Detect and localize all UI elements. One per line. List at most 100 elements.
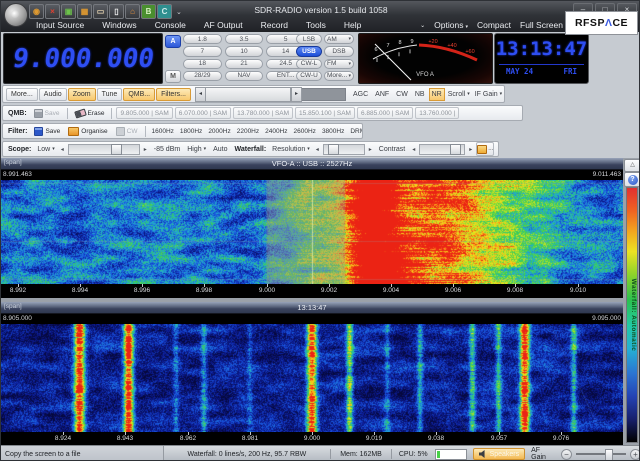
dsp-toggle-nb[interactable]: NB xyxy=(412,88,428,101)
mode-button-cw-u[interactable]: CW-U xyxy=(296,71,322,81)
full-screen-button[interactable]: Full Screen xyxy=(520,20,563,30)
mode-button-dsb[interactable]: DSB xyxy=(324,46,354,56)
frequency-axis[interactable]: 8.9248.9438.9628.9819.0009.0199.0389.057… xyxy=(1,432,623,445)
filter-save-button[interactable]: Save xyxy=(31,126,63,137)
mode-button-fm[interactable]: FM▾ xyxy=(324,59,354,69)
ribbon-chevron-icon[interactable]: ⌄ xyxy=(420,22,425,29)
qmb-memory-button[interactable]: 9.805.000 | SAM xyxy=(116,107,172,119)
toolbar-button-more[interactable]: More... xyxy=(6,88,38,101)
scope-low-dropdown[interactable]: Low▾ xyxy=(35,144,56,155)
dsp-toggle-cw[interactable]: CW xyxy=(393,88,411,101)
toolbar-button-zoom[interactable]: Zoom xyxy=(68,88,96,101)
filter-option-3800hz[interactable]: 3800Hz xyxy=(320,127,346,136)
frequency-display[interactable]: 9.000.000 xyxy=(3,33,163,84)
scope-high-dropdown[interactable]: High▾ xyxy=(185,144,208,155)
span-tag[interactable]: [span] xyxy=(4,303,22,310)
scrollbar-track[interactable] xyxy=(302,88,346,101)
qmb-memory-button[interactable]: 13.780.000 | SAM xyxy=(233,107,293,119)
speakers-button[interactable]: Speakers xyxy=(473,448,526,460)
collapse-panel-button[interactable]: △ xyxy=(624,159,640,172)
vfo-a-button[interactable]: A xyxy=(165,35,181,48)
memory-button[interactable]: M xyxy=(165,70,181,83)
waterfall-canvas-1[interactable] xyxy=(1,180,623,284)
waterfall-resolution-slider-thumb[interactable] xyxy=(328,144,339,155)
menu-item-af-output[interactable]: AF Output xyxy=(195,19,252,31)
keypad-button-nav[interactable]: NAV xyxy=(225,71,264,81)
filter-option-1800hz[interactable]: 1800Hz xyxy=(178,127,204,136)
keyboard-icon[interactable]: ▭ xyxy=(93,4,108,19)
filter-option-1600hz[interactable]: 1600Hz xyxy=(150,127,176,136)
slider-left-arrow-icon[interactable]: ◂ xyxy=(410,146,417,153)
slider-left-arrow-icon[interactable]: ◂ xyxy=(314,146,321,153)
keypad-button-10[interactable]: 10 xyxy=(225,46,264,56)
slider-right-arrow-icon[interactable]: ▸ xyxy=(467,146,474,153)
waterfall-colour-bar[interactable]: Waterfall: Automatic xyxy=(626,187,638,443)
help-button[interactable]: ? xyxy=(624,172,640,187)
toolbar-button-audio[interactable]: Audio xyxy=(39,88,67,101)
keypad-button-18[interactable]: 18 xyxy=(183,59,222,69)
mode-button-am[interactable]: AM▾ xyxy=(324,34,354,44)
qmb-memory-button[interactable]: 6.885.000 | SAM xyxy=(357,107,413,119)
keypad-button-7[interactable]: 7 xyxy=(183,46,222,56)
af-gain-increase-button[interactable]: + xyxy=(630,449,640,460)
qmb-erase-button[interactable]: Erase xyxy=(72,109,108,118)
dropdown-scroll[interactable]: Scroll▾ xyxy=(446,89,472,100)
scope-auto-button[interactable]: Auto xyxy=(210,143,230,156)
menu-item-record[interactable]: Record xyxy=(252,19,297,31)
tools-icon[interactable]: × xyxy=(45,4,60,19)
dsp-toggle-agc[interactable]: AGC xyxy=(350,88,371,101)
toolbar-button-tune[interactable]: Tune xyxy=(97,88,123,101)
qmb-save-button[interactable]: Save xyxy=(31,108,63,119)
options-menu[interactable]: Options▾ xyxy=(434,20,468,30)
slider-right-arrow-icon[interactable]: ▸ xyxy=(142,146,149,153)
af-gain-slider[interactable] xyxy=(576,453,626,455)
dsp-toggle-nr[interactable]: NR xyxy=(429,88,445,101)
mode-button-lsb[interactable]: LSB xyxy=(296,34,322,44)
scrollbar-thumb[interactable] xyxy=(206,87,291,102)
keypad-button-1-8[interactable]: 1.8 xyxy=(183,34,222,44)
waterfall-contrast-slider-thumb[interactable] xyxy=(450,144,461,155)
menu-item-input-source[interactable]: Input Source xyxy=(27,19,93,31)
tuning-scrollbar[interactable]: ◂▸ xyxy=(195,87,346,102)
gauge-icon[interactable]: ◉ xyxy=(29,4,44,19)
app-logo-icon[interactable] xyxy=(4,3,28,27)
filter-option-2600hz[interactable]: 2600Hz xyxy=(292,127,318,136)
menu-item-help[interactable]: Help xyxy=(335,19,370,31)
keypad-button-3-5[interactable]: 3.5 xyxy=(225,34,264,44)
qmb-memory-button[interactable]: 13.760.000 | xyxy=(415,107,459,119)
scroll-right-arrow-icon[interactable]: ▸ xyxy=(291,87,302,102)
toolbar-button-qmb[interactable]: QMB... xyxy=(123,88,155,101)
scroll-left-arrow-icon[interactable]: ◂ xyxy=(195,87,206,102)
waterfall-canvas-2[interactable] xyxy=(1,324,623,432)
filter-organise-button[interactable]: Organise xyxy=(65,126,110,137)
dropdown-if-gain[interactable]: IF Gain▾ xyxy=(473,89,504,100)
slider-right-arrow-icon[interactable]: ▸ xyxy=(367,146,374,153)
waterfall-resolution-dropdown[interactable]: Resolution▾ xyxy=(270,144,312,155)
filter-option-drm[interactable]: DRM xyxy=(348,127,363,136)
menu-item-tools[interactable]: Tools xyxy=(297,19,335,31)
compact-button[interactable]: Compact xyxy=(477,20,511,30)
keypad-button-21[interactable]: 21 xyxy=(225,59,264,69)
toolbar-button-filters[interactable]: Filters... xyxy=(156,88,191,101)
mode-button-usb[interactable]: USB xyxy=(296,46,322,56)
filter-option-2000hz[interactable]: 2000Hz xyxy=(206,127,232,136)
filter-option-2200hz[interactable]: 2200Hz xyxy=(235,127,261,136)
waterfall-contrast-slider[interactable] xyxy=(419,144,465,155)
screenshot-folder-button[interactable]: ... xyxy=(476,142,494,156)
menu-item-windows[interactable]: Windows xyxy=(93,19,145,31)
calendar-icon[interactable]: ▦ xyxy=(77,4,92,19)
filter-option-2400hz[interactable]: 2400Hz xyxy=(263,127,289,136)
scope-range-slider[interactable] xyxy=(68,144,140,155)
frequency-axis[interactable]: 8.9928.9948.9968.9989.0009.0029.0049.006… xyxy=(1,284,623,298)
slider-left-arrow-icon[interactable]: ◂ xyxy=(59,146,66,153)
waterfall-resolution-slider[interactable] xyxy=(323,144,365,155)
mode-button-more[interactable]: More...▾ xyxy=(324,71,354,81)
span-tag[interactable]: [span] xyxy=(4,159,22,166)
menu-item-console[interactable]: Console xyxy=(146,19,195,31)
mode-button-cw-l[interactable]: CW-L xyxy=(296,59,322,69)
dsp-toggle-anf[interactable]: ANF xyxy=(372,88,392,101)
qmb-memory-button[interactable]: 15.850.100 | SAM xyxy=(295,107,355,119)
scope-range-slider-thumb[interactable] xyxy=(111,144,122,155)
keypad-button-28-29[interactable]: 28/29 xyxy=(183,71,222,81)
monitor-icon[interactable]: ▣ xyxy=(61,4,76,19)
